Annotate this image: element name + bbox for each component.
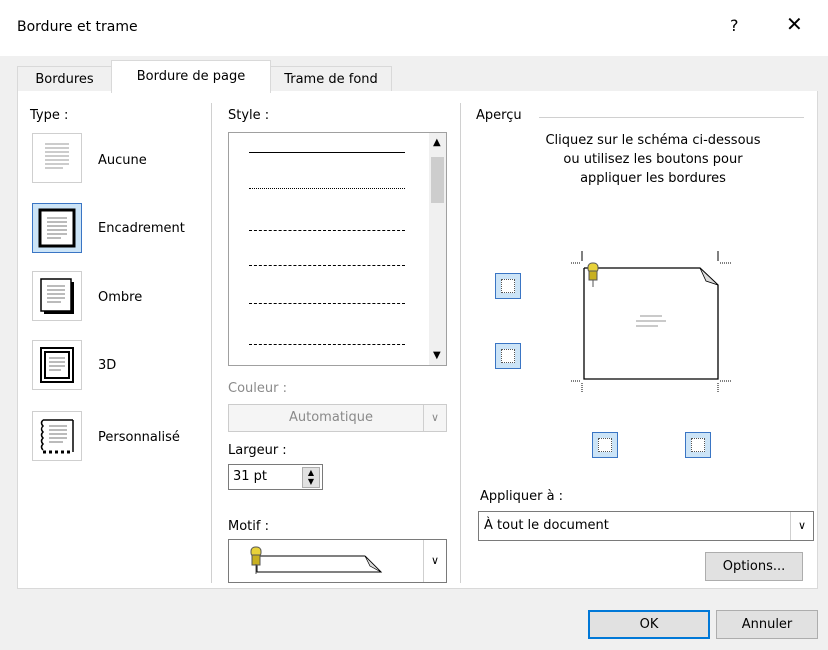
appliquer-select[interactable]: À tout le document ∨ [478,511,814,541]
apercu-instructions: Cliquez sur le schéma ci-dessous ou util… [545,133,761,186]
couleur-value: Automatique [289,410,374,425]
style-solid-line[interactable] [249,152,405,153]
type-aucune-icon[interactable] [32,133,82,183]
tab-label: Trame de fond [284,72,378,87]
dialog-title: Bordure et trame [17,19,138,35]
type-personnalise-label[interactable]: Personnalisé [98,430,180,445]
cancel-button[interactable]: Annuler [716,610,818,639]
border-right-button-icon[interactable] [685,432,711,458]
type-3d-label[interactable]: 3D [98,358,116,373]
largeur-value: 31 pt [233,469,268,484]
largeur-label: Largeur : [228,443,287,458]
help-button[interactable]: ? [730,16,739,35]
motif-select[interactable]: ∨ [228,539,447,583]
type-ombre-icon[interactable] [32,271,82,321]
tab-trame-de-fond[interactable]: Trame de fond [270,66,392,92]
type-ombre-label[interactable]: Ombre [98,290,142,305]
chevron-down-icon[interactable]: ∨ [423,540,446,582]
border-top-button-icon[interactable] [495,273,521,299]
chevron-down-icon[interactable]: ∨ [423,405,446,431]
style-label: Style : [228,108,270,123]
tab-label: Bordure de page [136,69,246,84]
appliquer-value: À tout le document [484,518,609,533]
tab-label: Bordures [35,72,94,87]
type-encadrement-icon[interactable] [32,203,82,253]
apercu-label: Aperçu [476,108,522,123]
tab-panel: Type : Aucune Encadrement Ombre 3D Perso… [17,91,818,589]
ok-button[interactable]: OK [588,610,710,639]
motif-label: Motif : [228,519,269,534]
style-dash-dot-dot-line[interactable] [249,344,405,345]
scroll-up-icon[interactable]: ▲ [433,137,441,148]
style-dotted-line[interactable] [249,188,405,189]
options-button[interactable]: Options... [705,552,803,581]
type-aucune-label[interactable]: Aucune [98,153,147,168]
type-3d-icon[interactable] [32,340,82,390]
style-list[interactable]: ▲ ▼ [228,132,447,366]
separator [460,103,461,583]
type-personnalise-icon[interactable] [32,411,82,461]
tab-bordures[interactable]: Bordures [17,66,112,92]
scroll-down-icon[interactable]: ▼ [433,350,441,361]
type-encadrement-label[interactable]: Encadrement [98,221,185,236]
style-dashed-line[interactable] [249,265,405,266]
type-label: Type : [30,108,69,123]
couleur-select[interactable]: Automatique ∨ [228,404,447,432]
appliquer-label: Appliquer à : [480,489,564,504]
title-bar: Bordure et trame ? ✕ [0,0,828,56]
border-bottom-button-icon[interactable] [495,343,521,369]
spinner-icon[interactable]: ▲ ▼ [302,467,320,488]
apercu-divider [539,117,804,118]
couleur-label: Couleur : [228,381,287,396]
scroll-thumb[interactable] [431,157,444,203]
style-scrollbar[interactable]: ▲ ▼ [429,133,446,365]
close-button[interactable]: ✕ [786,12,803,36]
style-dash-dot-line[interactable] [249,303,405,304]
largeur-input[interactable]: 31 pt ▲ ▼ [228,464,323,490]
thumbtack-border-icon [250,546,383,574]
border-left-button-icon[interactable] [592,432,618,458]
chevron-down-icon[interactable]: ∨ [790,512,813,540]
style-dashed-small-line[interactable] [249,230,405,231]
separator [211,103,212,583]
tab-bordure-de-page[interactable]: Bordure de page [111,60,271,93]
preview-page-diagram[interactable] [566,241,746,401]
